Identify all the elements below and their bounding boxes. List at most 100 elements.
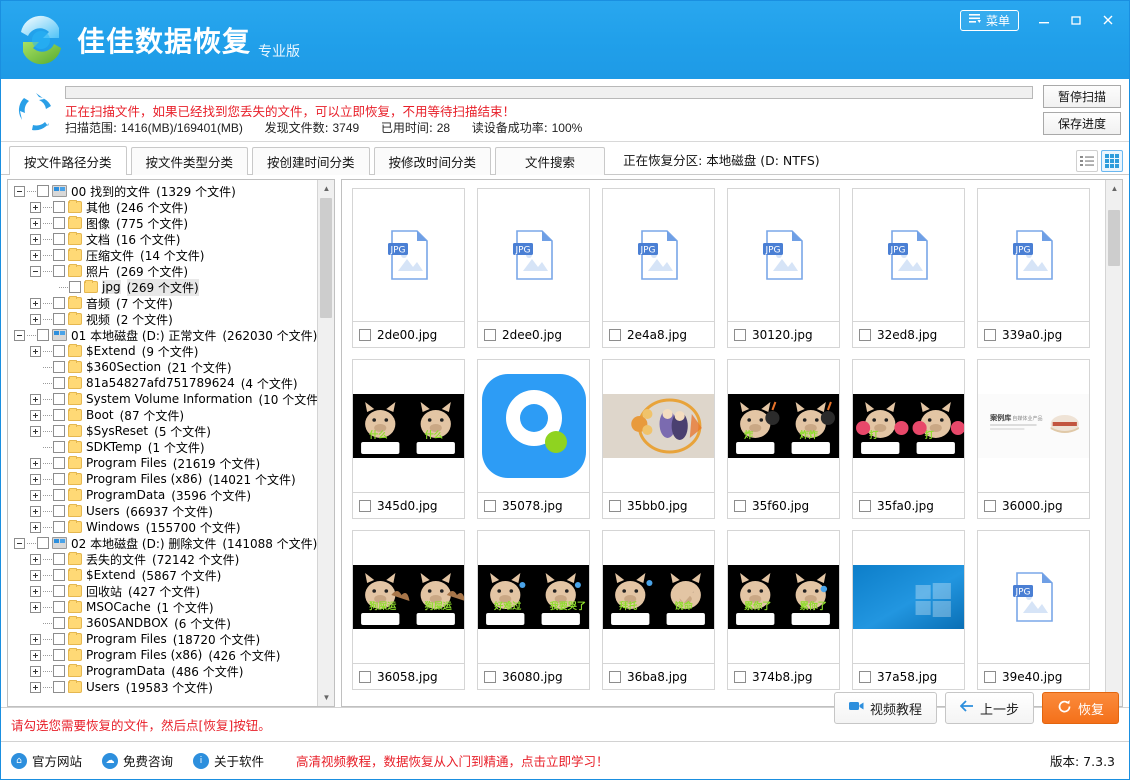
video-tutorial-button[interactable]: 视频教程 — [834, 692, 937, 724]
tree-node-checkbox[interactable] — [53, 681, 65, 693]
file-checkbox[interactable] — [359, 500, 371, 512]
tree-node-checkbox[interactable] — [53, 617, 65, 629]
file-thumbnail-qq-app-icon[interactable] — [478, 360, 589, 492]
collapse-icon[interactable] — [14, 538, 25, 549]
tree-node[interactable]: System Volume Information(10 个文件) — [10, 391, 317, 407]
expand-icon[interactable] — [30, 554, 41, 565]
file-thumbnail-game-banner[interactable] — [603, 360, 714, 492]
tree-node[interactable]: ProgramData(486 个文件) — [10, 663, 317, 679]
tree-node-checkbox[interactable] — [37, 329, 49, 341]
tree-node[interactable]: Boot(87 个文件) — [10, 407, 317, 423]
file-cell[interactable]: JPG2de00.jpg — [352, 188, 465, 348]
file-cell[interactable]: 37a58.jpg — [852, 530, 965, 690]
file-checkbox[interactable] — [984, 329, 996, 341]
expand-icon[interactable] — [30, 474, 41, 485]
tree-node[interactable]: Program Files (x86)(426 个文件) — [10, 647, 317, 663]
tree-node[interactable]: SDKTemp(1 个文件) — [10, 439, 317, 455]
collapse-icon[interactable] — [14, 186, 25, 197]
tree-node[interactable]: $Extend(5867 个文件) — [10, 567, 317, 583]
tab-3[interactable]: 按修改时间分类 — [374, 147, 492, 175]
tree-node-checkbox[interactable] — [53, 457, 65, 469]
tree-node-checkbox[interactable] — [53, 217, 65, 229]
file-cell[interactable]: 35bb0.jpg — [602, 359, 715, 519]
file-thumbnail-jpg-placeholder[interactable]: JPG — [353, 189, 464, 321]
expand-icon[interactable] — [30, 458, 41, 469]
file-thumbnail-meme-pig-cry[interactable]: 好难过我要哭了 — [478, 531, 589, 663]
tree-node-checkbox[interactable] — [53, 633, 65, 645]
file-thumbnail-jpg-placeholder[interactable]: JPG — [978, 531, 1089, 663]
file-thumbnail-jpg-placeholder[interactable]: JPG — [978, 189, 1089, 321]
file-cell[interactable]: 狗屎运狗屎运36058.jpg — [352, 530, 465, 690]
file-checkbox[interactable] — [984, 500, 996, 512]
file-cell[interactable]: 拜托饶命36ba8.jpg — [602, 530, 715, 690]
tree-node-checkbox[interactable] — [53, 585, 65, 597]
expand-icon[interactable] — [30, 346, 41, 357]
tree-node-checkbox[interactable] — [53, 521, 65, 533]
tab-2[interactable]: 按创建时间分类 — [252, 147, 370, 175]
file-cell[interactable]: 累你了累你了374b8.jpg — [727, 530, 840, 690]
file-thumbnail-meme-pig-boxing[interactable]: 打打 — [853, 360, 964, 492]
file-cell[interactable]: 35078.jpg — [477, 359, 590, 519]
tree-node[interactable]: Users(66937 个文件) — [10, 503, 317, 519]
file-thumbnail-meme-pig-pair[interactable]: 什么什么 — [353, 360, 464, 492]
file-checkbox[interactable] — [734, 671, 746, 683]
tree-node[interactable]: 01 本地磁盘 (D:) 正常文件(262030 个文件) — [10, 327, 317, 343]
file-thumbnail-jpg-placeholder[interactable]: JPG — [478, 189, 589, 321]
tree-node[interactable]: 02 本地磁盘 (D:) 删除文件(141088 个文件) — [10, 535, 317, 551]
expand-icon[interactable] — [30, 602, 41, 613]
file-checkbox[interactable] — [734, 500, 746, 512]
expand-icon[interactable] — [30, 650, 41, 661]
tree-node[interactable]: 文档(16 个文件) — [10, 231, 317, 247]
tree-node[interactable]: 图像(775 个文件) — [10, 215, 317, 231]
file-checkbox[interactable] — [859, 329, 871, 341]
tree-node[interactable]: 音频(7 个文件) — [10, 295, 317, 311]
tree-node-checkbox[interactable] — [53, 201, 65, 213]
file-cell[interactable]: JPG32ed8.jpg — [852, 188, 965, 348]
file-checkbox[interactable] — [609, 329, 621, 341]
maximize-button[interactable] — [1061, 7, 1091, 33]
tree-node[interactable]: 其他(246 个文件) — [10, 199, 317, 215]
tree-node[interactable]: jpg(269 个文件) — [10, 279, 317, 295]
tree-node-checkbox[interactable] — [53, 665, 65, 677]
file-cell[interactable]: 什么什么345d0.jpg — [352, 359, 465, 519]
expand-icon[interactable] — [30, 666, 41, 677]
pause-scan-button[interactable]: 暂停扫描 — [1043, 85, 1121, 108]
tree-scroll-thumb[interactable] — [320, 198, 332, 318]
footer-link[interactable]: ⌂官方网站 — [11, 751, 82, 770]
expand-icon[interactable] — [30, 570, 41, 581]
grid-scroll-thumb[interactable] — [1108, 210, 1120, 266]
tree-node[interactable]: 360SANDBOX(6 个文件) — [10, 615, 317, 631]
tree-node-checkbox[interactable] — [53, 489, 65, 501]
tree-node[interactable]: ProgramData(3596 个文件) — [10, 487, 317, 503]
tab-1[interactable]: 按文件类型分类 — [131, 147, 249, 175]
tree-node-checkbox[interactable] — [53, 409, 65, 421]
tree-node[interactable]: Program Files(21619 个文件) — [10, 455, 317, 471]
tree-node[interactable]: $Extend(9 个文件) — [10, 343, 317, 359]
tree-node[interactable]: $360Section(21 个文件) — [10, 359, 317, 375]
tree-node-checkbox[interactable] — [53, 265, 65, 277]
expand-icon[interactable] — [30, 410, 41, 421]
tree-node[interactable]: 丢失的文件(72142 个文件) — [10, 551, 317, 567]
footer-link[interactable]: ☁免费咨询 — [102, 751, 173, 770]
tree-node[interactable]: 压缩文件(14 个文件) — [10, 247, 317, 263]
tree-node-checkbox[interactable] — [53, 313, 65, 325]
tree-node-checkbox[interactable] — [53, 249, 65, 261]
file-cell[interactable]: 案例库自媒体业产品36000.jpg — [977, 359, 1090, 519]
file-checkbox[interactable] — [359, 329, 371, 341]
expand-icon[interactable] — [30, 506, 41, 517]
recover-button[interactable]: 恢复 — [1042, 692, 1119, 724]
tree-node-checkbox[interactable] — [53, 569, 65, 581]
tree-node-checkbox[interactable] — [53, 345, 65, 357]
expand-icon[interactable] — [30, 250, 41, 261]
minimize-button[interactable] — [1029, 7, 1059, 33]
expand-icon[interactable] — [30, 522, 41, 533]
tree-node-checkbox[interactable] — [53, 649, 65, 661]
tree-node-checkbox[interactable] — [53, 297, 65, 309]
tree-node[interactable]: Users(19583 个文件) — [10, 679, 317, 695]
tree-node-checkbox[interactable] — [53, 393, 65, 405]
expand-icon[interactable] — [30, 634, 41, 645]
file-checkbox[interactable] — [859, 500, 871, 512]
file-thumbnail-jpg-placeholder[interactable]: JPG — [853, 189, 964, 321]
tree-scroll-down-icon[interactable]: ▼ — [318, 689, 335, 706]
file-thumbnail-meme-pig-poop[interactable]: 狗屎运狗屎运 — [353, 531, 464, 663]
